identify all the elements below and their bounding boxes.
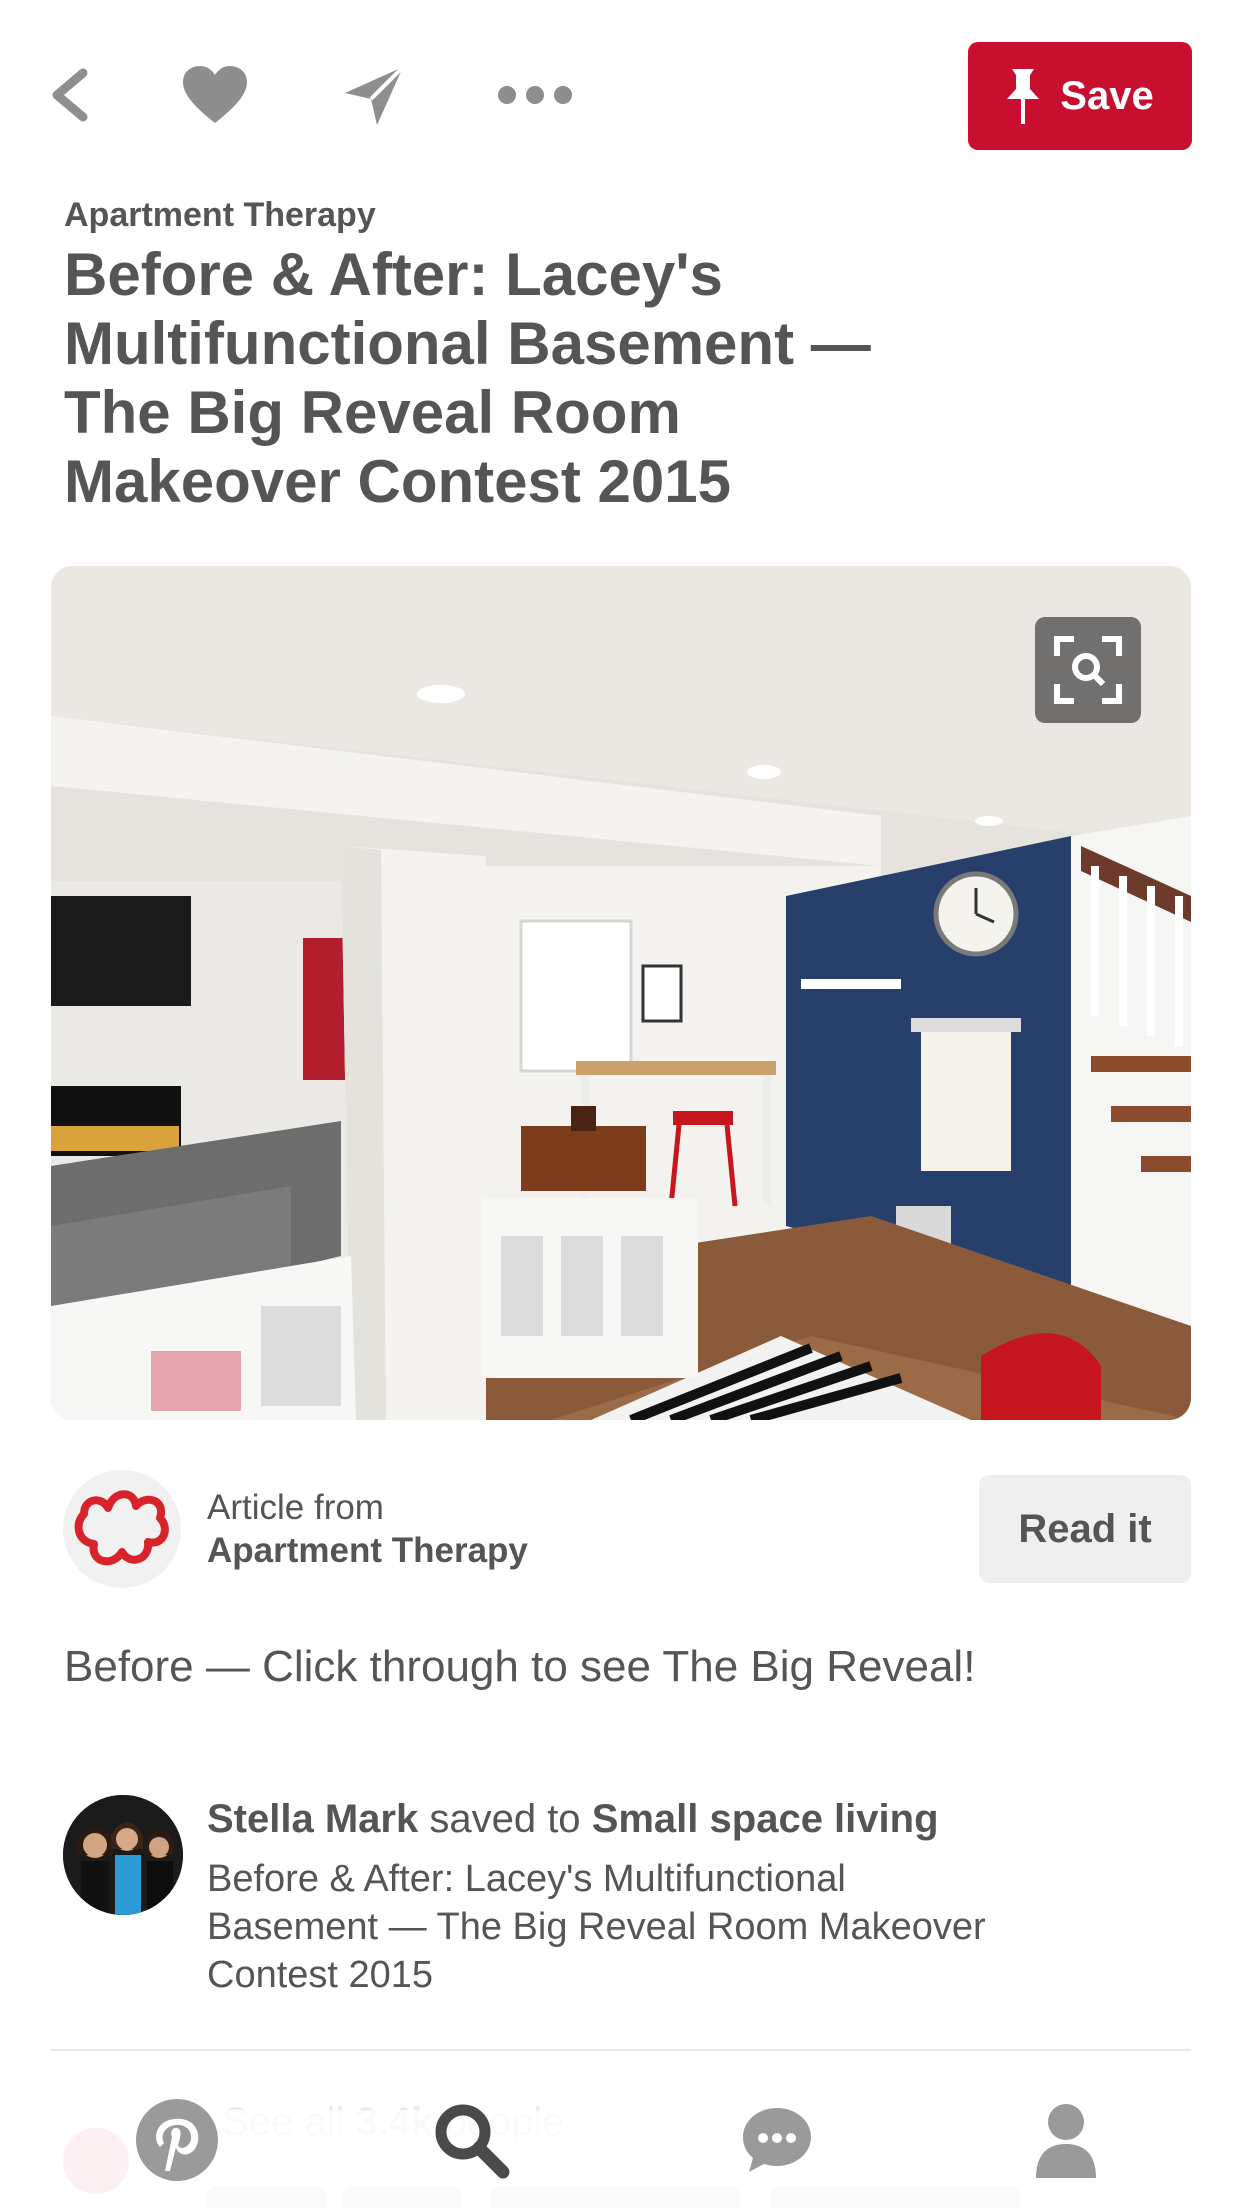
saved-by-line: Stella Mark saved to Small space living xyxy=(207,1797,939,1842)
source-logo[interactable] xyxy=(63,1470,181,1588)
save-button[interactable]: Save xyxy=(968,42,1192,150)
pin-title: Before & After: Lacey's Multifunctional … xyxy=(64,241,871,515)
chat-bubble-icon xyxy=(743,2108,811,2172)
heart-icon[interactable] xyxy=(170,55,260,135)
top-toolbar: Save xyxy=(0,0,1242,190)
search-icon xyxy=(435,2104,510,2179)
saved-connector: saved to xyxy=(429,1797,581,1841)
avatar[interactable] xyxy=(63,1795,183,1915)
save-label: Save xyxy=(1060,73,1154,118)
saver-name[interactable]: Stella Mark xyxy=(207,1797,418,1841)
visual-search-icon xyxy=(1054,636,1122,704)
board-name[interactable]: Small space living xyxy=(592,1797,939,1841)
pin-image[interactable] xyxy=(51,566,1191,1420)
person-icon xyxy=(1036,2104,1096,2178)
tab-profile[interactable] xyxy=(1011,2090,1121,2190)
divider xyxy=(51,2049,1191,2051)
tab-messages[interactable] xyxy=(722,2090,832,2190)
tab-search[interactable] xyxy=(416,2090,526,2190)
pin-detail-page: Save Apartment Therapy Before & After: L… xyxy=(0,0,1242,2208)
article-source-name[interactable]: Apartment Therapy xyxy=(207,1531,528,1571)
visual-search-button[interactable] xyxy=(1035,617,1141,723)
pushpin-icon xyxy=(1007,69,1040,124)
pin-description: Before — Click through to see The Big Re… xyxy=(64,1642,976,1691)
apartment-therapy-logo-icon xyxy=(74,1490,169,1566)
back-arrow-icon[interactable] xyxy=(25,55,115,135)
pin-source[interactable]: Apartment Therapy xyxy=(64,196,376,235)
more-icon[interactable] xyxy=(490,55,580,135)
saved-description: Before & After: Lacey's Multifunctional … xyxy=(207,1858,986,1996)
article-from-label: Article from xyxy=(207,1488,384,1527)
send-icon[interactable] xyxy=(330,55,420,135)
read-it-button[interactable]: Read it xyxy=(979,1475,1191,1583)
pinterest-logo-icon xyxy=(136,2099,218,2181)
tab-home[interactable] xyxy=(122,2090,232,2190)
